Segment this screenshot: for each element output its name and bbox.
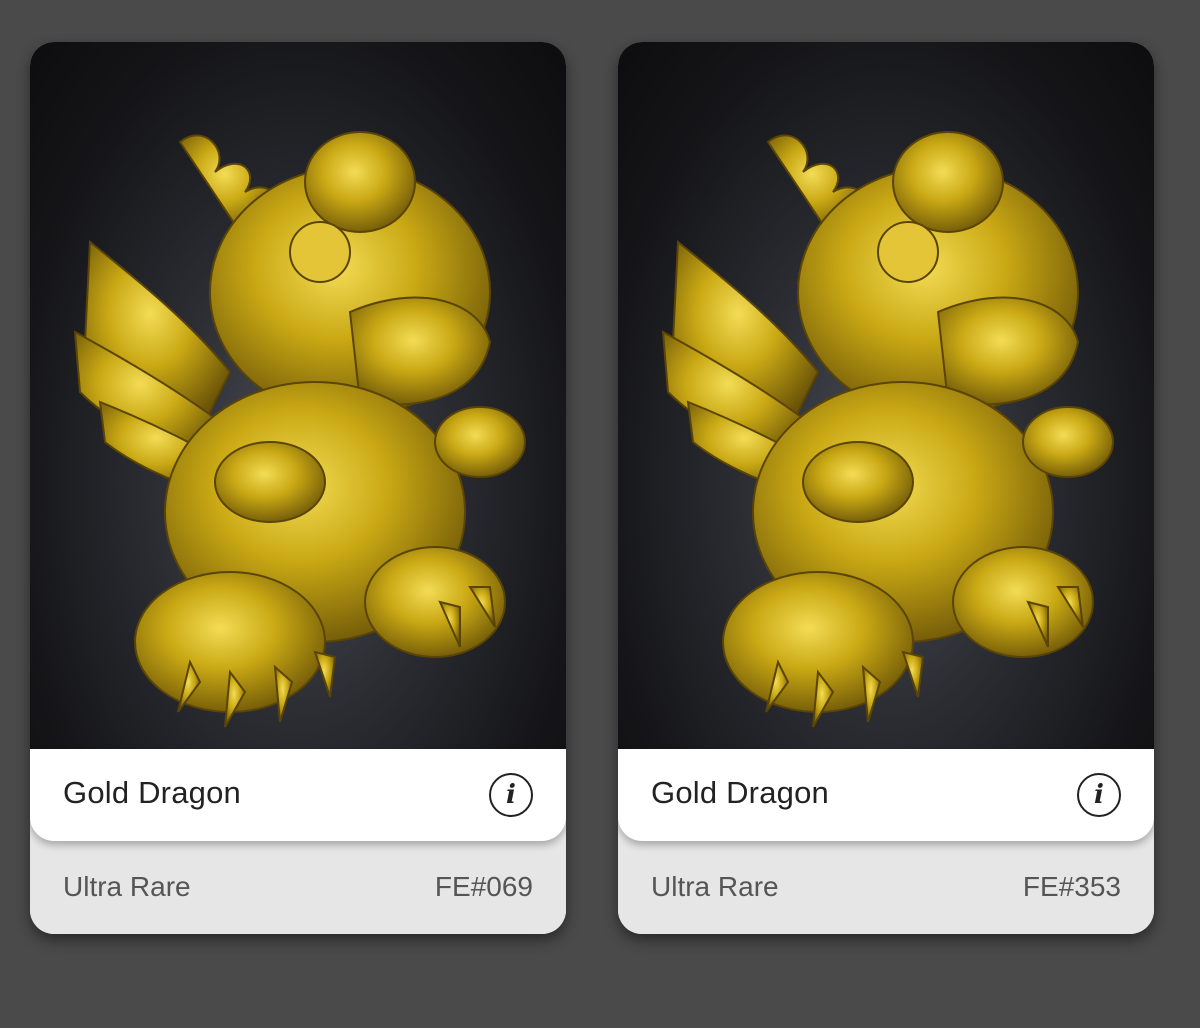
card-artwork[interactable] [618,42,1154,749]
collectible-card-1[interactable]: Gold Dragon i Ultra Rare FE#069 [30,42,566,934]
serial-number: FE#353 [1022,871,1121,902]
card-title: Gold Dragon [63,775,241,810]
collectible-card-2[interactable]: Gold Dragon i Ultra Rare FE#353 [618,42,1154,934]
card-title: Gold Dragon [651,775,829,810]
info-icon-glyph: i [506,780,516,810]
card-name-panel: Gold Dragon i [618,749,1154,841]
card-meta-row: Ultra Rare FE#069 [30,841,566,934]
rarity-label: Ultra Rare [651,871,779,902]
info-icon-glyph: i [1094,780,1104,810]
serial-number: FE#069 [434,871,533,902]
card-meta-row: Ultra Rare FE#353 [618,841,1154,934]
gold-dragon-figurine-image [661,131,1114,728]
info-icon[interactable]: i [489,773,533,817]
gold-dragon-figurine-image [73,131,526,728]
card-artwork[interactable] [30,42,566,749]
rarity-label: Ultra Rare [63,871,191,902]
info-icon[interactable]: i [1077,773,1121,817]
card-name-panel: Gold Dragon i [30,749,566,841]
